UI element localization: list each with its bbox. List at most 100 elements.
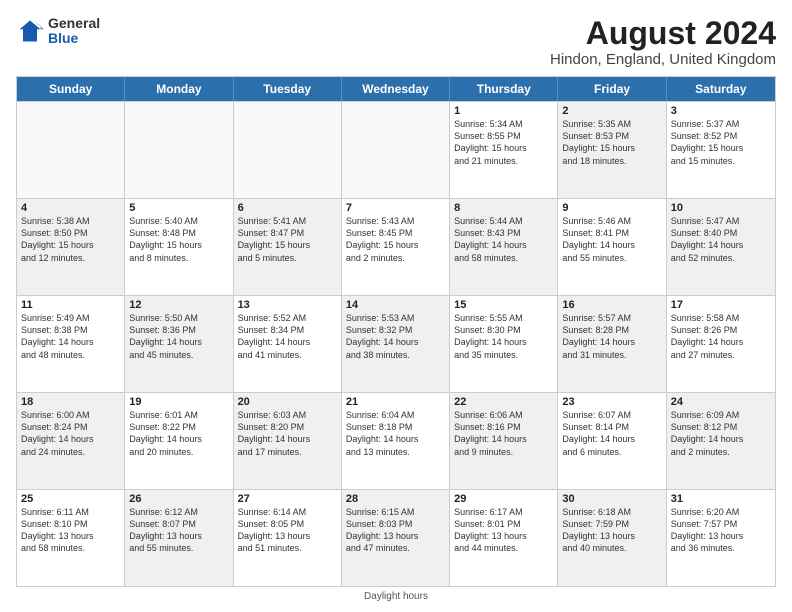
day-header-thursday: Thursday bbox=[450, 77, 558, 101]
logo-blue-text: Blue bbox=[48, 31, 100, 46]
cal-cell: 8Sunrise: 5:44 AM Sunset: 8:43 PM Daylig… bbox=[450, 199, 558, 295]
calendar: SundayMondayTuesdayWednesdayThursdayFrid… bbox=[16, 76, 776, 587]
logo-icon bbox=[16, 17, 44, 45]
day-number: 28 bbox=[346, 493, 445, 505]
cell-info: Sunrise: 5:44 AM Sunset: 8:43 PM Dayligh… bbox=[454, 215, 553, 264]
day-number: 2 bbox=[562, 105, 661, 117]
page: General Blue August 2024 Hindon, England… bbox=[0, 0, 792, 612]
cal-cell: 15Sunrise: 5:55 AM Sunset: 8:30 PM Dayli… bbox=[450, 296, 558, 392]
day-number: 9 bbox=[562, 202, 661, 214]
day-number: 19 bbox=[129, 396, 228, 408]
cell-info: Sunrise: 6:03 AM Sunset: 8:20 PM Dayligh… bbox=[238, 409, 337, 458]
day-header-wednesday: Wednesday bbox=[342, 77, 450, 101]
day-number: 13 bbox=[238, 299, 337, 311]
day-number: 31 bbox=[671, 493, 771, 505]
cal-cell: 9Sunrise: 5:46 AM Sunset: 8:41 PM Daylig… bbox=[558, 199, 666, 295]
cal-cell: 19Sunrise: 6:01 AM Sunset: 8:22 PM Dayli… bbox=[125, 393, 233, 489]
day-number: 30 bbox=[562, 493, 661, 505]
day-header-sunday: Sunday bbox=[17, 77, 125, 101]
day-number: 16 bbox=[562, 299, 661, 311]
cell-info: Sunrise: 5:47 AM Sunset: 8:40 PM Dayligh… bbox=[671, 215, 771, 264]
cell-info: Sunrise: 6:04 AM Sunset: 8:18 PM Dayligh… bbox=[346, 409, 445, 458]
day-number: 22 bbox=[454, 396, 553, 408]
cal-cell: 17Sunrise: 5:58 AM Sunset: 8:26 PM Dayli… bbox=[667, 296, 775, 392]
cal-cell bbox=[342, 102, 450, 198]
month-year: August 2024 bbox=[550, 16, 776, 51]
cal-cell: 26Sunrise: 6:12 AM Sunset: 8:07 PM Dayli… bbox=[125, 490, 233, 586]
cell-info: Sunrise: 5:46 AM Sunset: 8:41 PM Dayligh… bbox=[562, 215, 661, 264]
day-header-monday: Monday bbox=[125, 77, 233, 101]
cal-cell: 1Sunrise: 5:34 AM Sunset: 8:55 PM Daylig… bbox=[450, 102, 558, 198]
day-number: 18 bbox=[21, 396, 120, 408]
cal-cell: 10Sunrise: 5:47 AM Sunset: 8:40 PM Dayli… bbox=[667, 199, 775, 295]
cell-info: Sunrise: 5:41 AM Sunset: 8:47 PM Dayligh… bbox=[238, 215, 337, 264]
cal-cell: 5Sunrise: 5:40 AM Sunset: 8:48 PM Daylig… bbox=[125, 199, 233, 295]
cell-info: Sunrise: 6:09 AM Sunset: 8:12 PM Dayligh… bbox=[671, 409, 771, 458]
logo-general-text: General bbox=[48, 16, 100, 31]
cell-info: Sunrise: 5:53 AM Sunset: 8:32 PM Dayligh… bbox=[346, 312, 445, 361]
day-number: 15 bbox=[454, 299, 553, 311]
cal-cell: 18Sunrise: 6:00 AM Sunset: 8:24 PM Dayli… bbox=[17, 393, 125, 489]
cal-cell: 3Sunrise: 5:37 AM Sunset: 8:52 PM Daylig… bbox=[667, 102, 775, 198]
cell-info: Sunrise: 6:07 AM Sunset: 8:14 PM Dayligh… bbox=[562, 409, 661, 458]
cal-cell: 31Sunrise: 6:20 AM Sunset: 7:57 PM Dayli… bbox=[667, 490, 775, 586]
footer-note: Daylight hours bbox=[16, 591, 776, 602]
cal-cell: 12Sunrise: 5:50 AM Sunset: 8:36 PM Dayli… bbox=[125, 296, 233, 392]
day-number: 25 bbox=[21, 493, 120, 505]
day-number: 27 bbox=[238, 493, 337, 505]
cell-info: Sunrise: 5:49 AM Sunset: 8:38 PM Dayligh… bbox=[21, 312, 120, 361]
header: General Blue August 2024 Hindon, England… bbox=[16, 16, 776, 68]
cell-info: Sunrise: 6:18 AM Sunset: 7:59 PM Dayligh… bbox=[562, 506, 661, 555]
cell-info: Sunrise: 6:17 AM Sunset: 8:01 PM Dayligh… bbox=[454, 506, 553, 555]
day-number: 5 bbox=[129, 202, 228, 214]
cell-info: Sunrise: 5:38 AM Sunset: 8:50 PM Dayligh… bbox=[21, 215, 120, 264]
cell-info: Sunrise: 6:14 AM Sunset: 8:05 PM Dayligh… bbox=[238, 506, 337, 555]
cal-cell: 24Sunrise: 6:09 AM Sunset: 8:12 PM Dayli… bbox=[667, 393, 775, 489]
cell-info: Sunrise: 5:40 AM Sunset: 8:48 PM Dayligh… bbox=[129, 215, 228, 264]
logo-text: General Blue bbox=[48, 16, 100, 47]
cal-cell bbox=[17, 102, 125, 198]
day-number: 1 bbox=[454, 105, 553, 117]
cal-cell: 16Sunrise: 5:57 AM Sunset: 8:28 PM Dayli… bbox=[558, 296, 666, 392]
cell-info: Sunrise: 6:20 AM Sunset: 7:57 PM Dayligh… bbox=[671, 506, 771, 555]
cell-info: Sunrise: 6:00 AM Sunset: 8:24 PM Dayligh… bbox=[21, 409, 120, 458]
day-number: 26 bbox=[129, 493, 228, 505]
day-number: 29 bbox=[454, 493, 553, 505]
day-number: 20 bbox=[238, 396, 337, 408]
cell-info: Sunrise: 5:34 AM Sunset: 8:55 PM Dayligh… bbox=[454, 118, 553, 167]
cal-cell: 25Sunrise: 6:11 AM Sunset: 8:10 PM Dayli… bbox=[17, 490, 125, 586]
day-number: 6 bbox=[238, 202, 337, 214]
cell-info: Sunrise: 6:11 AM Sunset: 8:10 PM Dayligh… bbox=[21, 506, 120, 555]
week-row-4: 18Sunrise: 6:00 AM Sunset: 8:24 PM Dayli… bbox=[17, 392, 775, 489]
day-number: 8 bbox=[454, 202, 553, 214]
cal-cell: 29Sunrise: 6:17 AM Sunset: 8:01 PM Dayli… bbox=[450, 490, 558, 586]
week-row-5: 25Sunrise: 6:11 AM Sunset: 8:10 PM Dayli… bbox=[17, 489, 775, 586]
cal-cell: 11Sunrise: 5:49 AM Sunset: 8:38 PM Dayli… bbox=[17, 296, 125, 392]
cal-cell: 13Sunrise: 5:52 AM Sunset: 8:34 PM Dayli… bbox=[234, 296, 342, 392]
day-header-friday: Friday bbox=[558, 77, 666, 101]
cell-info: Sunrise: 5:58 AM Sunset: 8:26 PM Dayligh… bbox=[671, 312, 771, 361]
cal-cell: 28Sunrise: 6:15 AM Sunset: 8:03 PM Dayli… bbox=[342, 490, 450, 586]
cal-cell: 27Sunrise: 6:14 AM Sunset: 8:05 PM Dayli… bbox=[234, 490, 342, 586]
cell-info: Sunrise: 6:15 AM Sunset: 8:03 PM Dayligh… bbox=[346, 506, 445, 555]
cal-cell: 20Sunrise: 6:03 AM Sunset: 8:20 PM Dayli… bbox=[234, 393, 342, 489]
day-number: 11 bbox=[21, 299, 120, 311]
day-number: 4 bbox=[21, 202, 120, 214]
cal-cell: 30Sunrise: 6:18 AM Sunset: 7:59 PM Dayli… bbox=[558, 490, 666, 586]
cal-cell: 6Sunrise: 5:41 AM Sunset: 8:47 PM Daylig… bbox=[234, 199, 342, 295]
cal-cell: 4Sunrise: 5:38 AM Sunset: 8:50 PM Daylig… bbox=[17, 199, 125, 295]
cell-info: Sunrise: 6:12 AM Sunset: 8:07 PM Dayligh… bbox=[129, 506, 228, 555]
cell-info: Sunrise: 6:01 AM Sunset: 8:22 PM Dayligh… bbox=[129, 409, 228, 458]
day-number: 3 bbox=[671, 105, 771, 117]
cal-cell bbox=[234, 102, 342, 198]
logo: General Blue bbox=[16, 16, 100, 47]
day-number: 7 bbox=[346, 202, 445, 214]
day-header-saturday: Saturday bbox=[667, 77, 775, 101]
cell-info: Sunrise: 5:52 AM Sunset: 8:34 PM Dayligh… bbox=[238, 312, 337, 361]
cell-info: Sunrise: 5:50 AM Sunset: 8:36 PM Dayligh… bbox=[129, 312, 228, 361]
day-number: 21 bbox=[346, 396, 445, 408]
cal-cell: 7Sunrise: 5:43 AM Sunset: 8:45 PM Daylig… bbox=[342, 199, 450, 295]
cell-info: Sunrise: 6:06 AM Sunset: 8:16 PM Dayligh… bbox=[454, 409, 553, 458]
cal-cell: 23Sunrise: 6:07 AM Sunset: 8:14 PM Dayli… bbox=[558, 393, 666, 489]
week-row-2: 4Sunrise: 5:38 AM Sunset: 8:50 PM Daylig… bbox=[17, 198, 775, 295]
